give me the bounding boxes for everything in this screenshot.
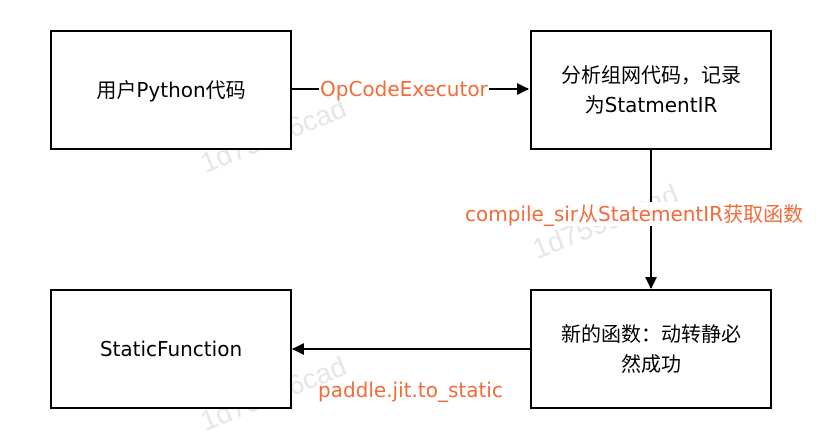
node-analyze-network-code-line2: 为StatmentIR [584,93,718,117]
node-static-function: StaticFunction [50,289,292,409]
node-new-function-line2: 然成功 [621,352,681,376]
node-user-python-code: 用户Python代码 [50,30,292,150]
node-new-function: 新的函数：动转静必 然成功 [530,289,772,409]
edge-label-opcode-executor: OpCodeExecutor [319,77,489,101]
node-static-function-label: StaticFunction [99,337,243,361]
edge-label-compile-sir: compile_sir从StatementIR获取函数 [464,202,805,226]
node-new-function-line1: 新的函数：动转静必 [561,322,741,346]
node-user-python-code-label: 用户Python代码 [96,78,246,102]
node-analyze-network-code-line1: 分析组网代码，记录 [561,63,741,87]
flow-diagram: 1d75916cad 1d75916cad 1d75916cad 用户Pytho… [0,0,834,437]
node-analyze-network-code: 分析组网代码，记录 为StatmentIR [530,30,772,150]
edge-label-to-static: paddle.jit.to_static [318,378,503,402]
